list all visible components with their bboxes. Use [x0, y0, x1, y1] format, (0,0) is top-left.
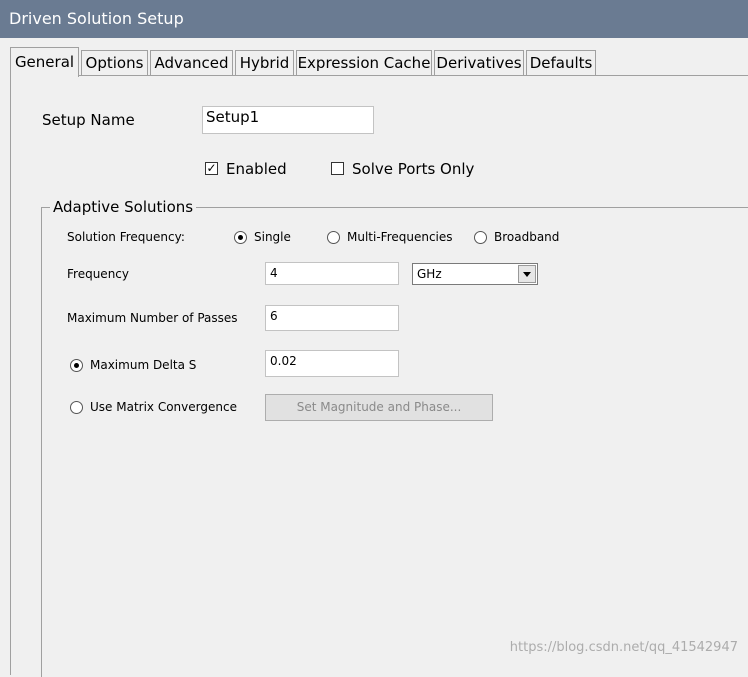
- tab-defaults[interactable]: Defaults: [526, 50, 596, 75]
- tab-options[interactable]: Options: [81, 50, 148, 75]
- max-delta-s-label: Maximum Delta S: [90, 358, 197, 372]
- matrix-convergence-label: Use Matrix Convergence: [90, 400, 237, 414]
- single-radio[interactable]: [234, 231, 247, 244]
- enabled-label: Enabled: [226, 160, 287, 178]
- single-radio-label: Single: [254, 230, 291, 244]
- matrix-convergence-radio[interactable]: [70, 401, 83, 414]
- broadband-label: Broadband: [494, 230, 560, 244]
- setup-name-field[interactable]: Setup1: [202, 106, 374, 134]
- max-passes-field[interactable]: 6: [265, 305, 399, 331]
- max-delta-s-radio[interactable]: [70, 359, 83, 372]
- tab-general[interactable]: General: [10, 47, 79, 77]
- tab-expression-cache[interactable]: Expression Cache: [296, 50, 432, 75]
- solve-ports-only-label: Solve Ports Only: [352, 160, 475, 178]
- tab-derivatives[interactable]: Derivatives: [434, 50, 524, 75]
- enabled-checkbox[interactable]: ✓: [205, 162, 218, 175]
- tab-advanced[interactable]: Advanced: [150, 50, 233, 75]
- set-magnitude-phase-button[interactable]: Set Magnitude and Phase...: [265, 394, 493, 421]
- multi-frequencies-radio[interactable]: [327, 231, 340, 244]
- max-passes-label: Maximum Number of Passes: [67, 311, 238, 325]
- frequency-unit-select[interactable]: GHz: [412, 263, 538, 285]
- max-delta-s-field[interactable]: 0.02: [265, 350, 399, 377]
- solve-ports-only-checkbox[interactable]: [331, 162, 344, 175]
- check-icon: ✓: [206, 161, 217, 175]
- broadband-radio[interactable]: [474, 231, 487, 244]
- watermark: https://blog.csdn.net/qq_41542947: [509, 640, 738, 655]
- adaptive-solutions-title: Adaptive Solutions: [50, 198, 197, 216]
- frequency-field[interactable]: 4: [265, 262, 399, 285]
- window-title: Driven Solution Setup: [0, 0, 748, 38]
- frequency-label: Frequency: [67, 267, 129, 281]
- solution-frequency-label: Solution Frequency:: [67, 230, 185, 244]
- chevron-down-icon[interactable]: [518, 265, 536, 283]
- setup-name-label: Setup Name: [42, 111, 135, 129]
- tab-hybrid[interactable]: Hybrid: [235, 50, 294, 75]
- multi-frequencies-label: Multi-Frequencies: [347, 230, 453, 244]
- frequency-unit-value: GHz: [417, 267, 442, 281]
